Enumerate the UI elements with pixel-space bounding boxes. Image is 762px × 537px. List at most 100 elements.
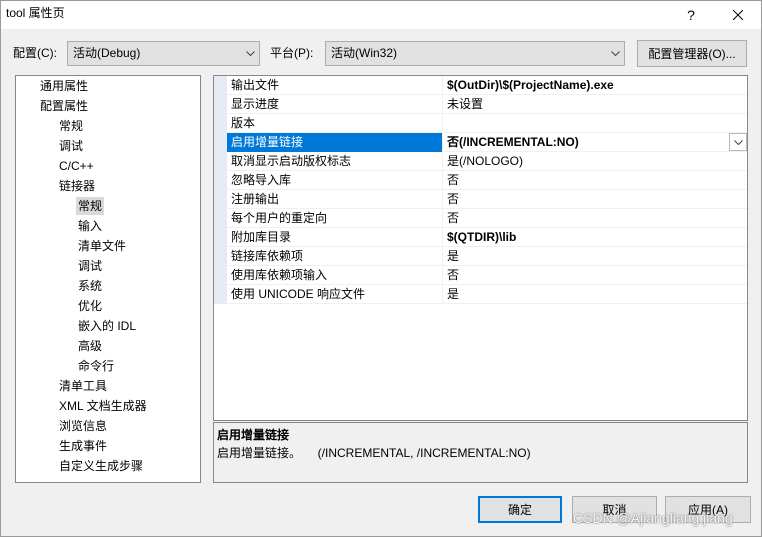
close-button[interactable] [714, 0, 761, 29]
property-value[interactable]: 否 [442, 171, 747, 190]
tree-item-xml-document-generator[interactable]: XML 文档生成器 [16, 396, 200, 416]
property-value[interactable]: 是 [442, 285, 747, 304]
tree-item-label: 清单文件 [78, 239, 127, 253]
tree-item-common-properties[interactable]: 通用属性 [16, 76, 200, 96]
description-title: 启用增量链接 [217, 428, 290, 442]
tree-item-label: C/C++ [59, 159, 94, 173]
property-value[interactable]: $(QTDIR)\lib [442, 228, 747, 247]
row-margin [214, 152, 227, 171]
tree-item-label: 生成事件 [59, 439, 108, 453]
property-name: 注册输出 [227, 190, 442, 209]
cancel-button[interactable]: 取消 [572, 496, 657, 523]
property-value[interactable]: 否 [442, 190, 747, 209]
property-row-version[interactable]: 版本 [214, 114, 747, 133]
tree-item-linker-input[interactable]: 输入 [16, 216, 200, 236]
property-row-additional-library-directories[interactable]: 附加库目录 $(QTDIR)\lib [214, 228, 747, 247]
tree-item-debugging[interactable]: 调试 [16, 136, 200, 156]
property-value[interactable] [442, 114, 747, 133]
tree-item-linker-optimization[interactable]: 优化 [16, 296, 200, 316]
row-margin [214, 76, 227, 95]
property-name: 启用增量链接 [227, 133, 442, 152]
property-row-link-library-dependencies[interactable]: 链接库依赖项 是 [214, 247, 747, 266]
tree-item-label: 优化 [78, 299, 103, 313]
help-button[interactable]: ? [676, 0, 706, 29]
property-pages-dialog: tool 属性页 ? 配置(C): 活动(Debug) 平台(P): 活动(Wi… [0, 0, 762, 537]
value-dropdown-button[interactable] [729, 133, 747, 151]
property-name: 使用 UNICODE 响应文件 [227, 285, 442, 304]
tree-item-linker-general[interactable]: 常规 [16, 196, 200, 216]
tree-item-linker-command-line[interactable]: 命令行 [16, 356, 200, 376]
chevron-down-icon [611, 51, 620, 56]
row-margin [214, 171, 227, 190]
tree-item-label: 命令行 [78, 359, 115, 373]
tree-item-configuration-properties[interactable]: 配置属性 [16, 96, 200, 116]
tree-item-label: 浏览信息 [59, 419, 108, 433]
chevron-down-icon [246, 51, 255, 56]
description-text: 启用增量链接。 (/INCREMENTAL, /INCREMENTAL:NO) [217, 446, 531, 460]
row-margin [214, 285, 227, 304]
tree-item-label: 配置属性 [40, 99, 89, 113]
ok-button[interactable]: 确定 [478, 496, 562, 523]
tree-item-linker-advanced[interactable]: 高级 [16, 336, 200, 356]
property-row-ignore-import-library[interactable]: 忽略导入库 否 [214, 171, 747, 190]
property-value[interactable]: 否 [442, 266, 747, 285]
property-row-per-user-redirection[interactable]: 每个用户的重定向 否 [214, 209, 747, 228]
config-label: 配置(C): [13, 46, 57, 60]
row-margin [214, 247, 227, 266]
property-row-enable-incremental-linking[interactable]: 启用增量链接 否(/INCREMENTAL:NO) [214, 133, 747, 152]
property-grid: 输出文件 $(OutDir)\$(ProjectName).exe 显示进度 未… [213, 75, 748, 421]
chevron-down-icon [733, 139, 743, 145]
property-value[interactable]: 是 [442, 247, 747, 266]
platform-label: 平台(P): [270, 46, 314, 60]
row-margin [214, 114, 227, 133]
property-name: 显示进度 [227, 95, 442, 114]
property-row-use-unicode-response-files[interactable]: 使用 UNICODE 响应文件 是 [214, 285, 747, 304]
apply-button[interactable]: 应用(A) [665, 496, 751, 523]
tree-item-browse-information[interactable]: 浏览信息 [16, 416, 200, 436]
tree-item-label: XML 文档生成器 [59, 399, 147, 413]
tree-item-label: 调试 [78, 259, 103, 273]
property-value[interactable]: 未设置 [442, 95, 747, 114]
property-name: 每个用户的重定向 [227, 209, 442, 228]
tree-item-label: 调试 [59, 139, 84, 153]
config-dropdown-value: 活动(Debug) [73, 46, 141, 60]
property-name: 附加库目录 [227, 228, 442, 247]
description-panel: 启用增量链接 启用增量链接。 (/INCREMENTAL, /INCREMENT… [213, 422, 748, 483]
tree-item-c-cpp[interactable]: C/C++ [16, 156, 200, 176]
tree-item-custom-build-step[interactable]: 自定义生成步骤 [16, 456, 200, 476]
tree-item-general[interactable]: 常规 [16, 116, 200, 136]
tree-item-label: 清单工具 [59, 379, 108, 393]
property-name: 忽略导入库 [227, 171, 442, 190]
tree-item-manifest-tool[interactable]: 清单工具 [16, 376, 200, 396]
platform-dropdown-value: 活动(Win32) [331, 46, 398, 60]
property-value[interactable]: 否 [442, 209, 747, 228]
platform-dropdown[interactable]: 活动(Win32) [325, 41, 625, 66]
tree-item-label: 嵌入的 IDL [78, 319, 137, 333]
tree-item-label: 常规 [59, 119, 84, 133]
property-row-show-progress[interactable]: 显示进度 未设置 [214, 95, 747, 114]
tree-item-linker-embedded-idl[interactable]: 嵌入的 IDL [16, 316, 200, 336]
tree-item-build-events[interactable]: 生成事件 [16, 436, 200, 456]
property-row-suppress-startup-banner[interactable]: 取消显示启动版权标志 是(/NOLOGO) [214, 152, 747, 171]
property-row-use-library-dependency-inputs[interactable]: 使用库依赖项输入 否 [214, 266, 747, 285]
tree-item-linker-manifest-file[interactable]: 清单文件 [16, 236, 200, 256]
tree-item-linker-system[interactable]: 系统 [16, 276, 200, 296]
config-dropdown[interactable]: 活动(Debug) [67, 41, 260, 66]
close-icon [732, 9, 743, 20]
property-row-register-output[interactable]: 注册输出 否 [214, 190, 747, 209]
property-row-output-file[interactable]: 输出文件 $(OutDir)\$(ProjectName).exe [214, 76, 747, 95]
property-value[interactable]: $(OutDir)\$(ProjectName).exe [442, 76, 747, 95]
tree-item-linker[interactable]: 链接器 [16, 176, 200, 196]
tree-item-label: 通用属性 [40, 79, 89, 93]
row-margin [214, 266, 227, 285]
property-name: 版本 [227, 114, 442, 133]
row-margin [214, 133, 227, 152]
tree-item-label: 自定义生成步骤 [59, 459, 144, 473]
property-name: 输出文件 [227, 76, 442, 95]
tree-item-linker-debugging[interactable]: 调试 [16, 256, 200, 276]
property-value[interactable]: 是(/NOLOGO) [442, 152, 747, 171]
window-title: tool 属性页 [6, 6, 65, 20]
configuration-manager-button[interactable]: 配置管理器(O)... [637, 40, 747, 67]
property-value[interactable]: 否(/INCREMENTAL:NO) [442, 133, 747, 152]
tree-item-label: 链接器 [59, 179, 96, 193]
